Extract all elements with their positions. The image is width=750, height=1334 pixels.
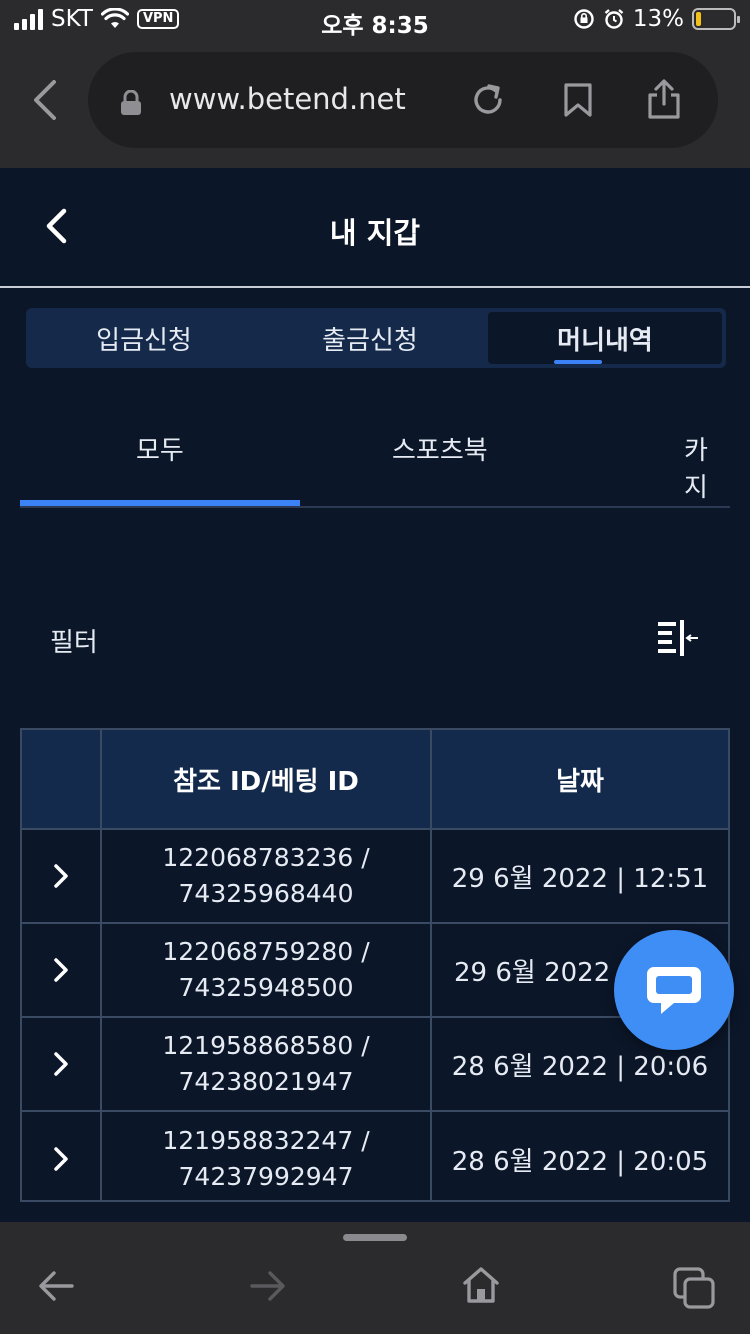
ref-id: 122068759280 /	[162, 937, 370, 966]
ref-id: 121958832247 /	[162, 1126, 370, 1155]
chevron-right-icon[interactable]	[52, 863, 70, 889]
ref-cell: 122068759280 / 74325948500	[102, 924, 432, 1016]
tabs-icon[interactable]	[672, 1266, 716, 1310]
table-row[interactable]: 122068783236 / 74325968440 29 6월 2022 | …	[22, 830, 728, 924]
status-right: 13%	[573, 6, 740, 32]
subtab-sportsbook[interactable]: 스포츠북	[392, 430, 488, 467]
page-header: 내 지갑	[0, 168, 750, 288]
date-cell: 28 6월 2022 | 20:05	[432, 1112, 728, 1200]
reload-icon[interactable]	[470, 82, 506, 118]
chat-bubble-icon	[647, 967, 701, 1014]
bookmark-icon[interactable]	[562, 82, 594, 118]
expand-cell[interactable]	[22, 830, 102, 922]
bet-id: 74238021947	[178, 1067, 354, 1096]
bet-id: 74325968440	[178, 879, 354, 908]
filter-collapse-icon[interactable]	[656, 620, 700, 656]
date-text: 29 6월 2022 | 12:51	[451, 863, 709, 894]
alarm-icon	[604, 9, 624, 29]
date-text: 29 6월 2022 |	[454, 957, 628, 988]
url-text: www.betend.net	[169, 82, 406, 116]
tab-money-history[interactable]: 머니내역	[488, 312, 722, 364]
chevron-right-icon[interactable]	[52, 1146, 70, 1172]
header-ref-id: 참조 ID/베팅 ID	[102, 730, 432, 828]
tab-withdraw-request[interactable]: 출금신청	[252, 308, 488, 368]
page-title: 내 지갑	[329, 216, 421, 250]
table-header-row: 참조 ID/베팅 ID 날짜	[22, 730, 728, 830]
subtab-casino[interactable]: 카지	[684, 430, 730, 504]
status-bar: SKT VPN 오후 8:35 13%	[0, 0, 750, 42]
bet-id: 74237992947	[178, 1162, 354, 1191]
header-date: 날짜	[432, 730, 728, 828]
battery-percent: 13%	[632, 6, 684, 32]
active-tab-indicator	[554, 360, 602, 364]
category-tabs: 모두 스포츠북 카지	[20, 408, 730, 508]
browser-toolbar	[0, 1222, 750, 1334]
date-text: 28 6월 2022 | 20:06	[451, 1051, 709, 1082]
header-expand-col	[22, 730, 102, 828]
nav-forward-icon[interactable]	[250, 1270, 286, 1302]
table-row[interactable]: 121958832247 / 74237992947 28 6월 2022 | …	[22, 1112, 728, 1200]
ref-id: 122068783236 /	[162, 843, 370, 872]
subtab-active-indicator	[20, 500, 300, 506]
ref-cell: 121958832247 / 74237992947	[102, 1112, 432, 1200]
chevron-right-icon[interactable]	[52, 1051, 70, 1077]
header-ref-id-label: 참조 ID/베팅 ID	[173, 766, 359, 797]
toolbar-handle[interactable]	[343, 1234, 407, 1241]
home-icon[interactable]	[462, 1266, 500, 1304]
table-row[interactable]: 121958868580 / 74238021947 28 6월 2022 | …	[22, 1018, 728, 1112]
ref-cell: 121958868580 / 74238021947	[102, 1018, 432, 1110]
expand-cell[interactable]	[22, 1112, 102, 1200]
wallet-tabs: 입금신청 출금신청 머니내역	[26, 308, 726, 368]
share-icon[interactable]	[646, 78, 682, 120]
tab-deposit-request[interactable]: 입금신청	[26, 308, 262, 368]
chevron-right-icon[interactable]	[52, 957, 70, 983]
ref-cell: 122068783236 / 74325968440	[102, 830, 432, 922]
expand-cell[interactable]	[22, 924, 102, 1016]
url-field[interactable]: www.betend.net	[88, 52, 718, 148]
date-text: 28 6월 2022 | 20:05	[451, 1146, 709, 1177]
nav-back-icon[interactable]	[38, 1270, 74, 1302]
expand-cell[interactable]	[22, 1018, 102, 1110]
ref-id: 121958868580 /	[162, 1031, 370, 1060]
subtab-all[interactable]: 모두	[136, 430, 184, 467]
header-date-label: 날짜	[556, 766, 604, 797]
browser-back-icon[interactable]	[30, 78, 58, 122]
bet-id: 74325948500	[178, 973, 354, 1002]
browser-address-bar: www.betend.net	[0, 42, 750, 168]
date-cell: 29 6월 2022 | 12:51	[432, 830, 728, 922]
battery-icon	[692, 8, 740, 30]
filter-label: 필터	[50, 628, 98, 658]
rotation-lock-icon	[574, 9, 594, 29]
live-chat-button[interactable]	[614, 930, 734, 1050]
lock-icon	[121, 90, 141, 115]
